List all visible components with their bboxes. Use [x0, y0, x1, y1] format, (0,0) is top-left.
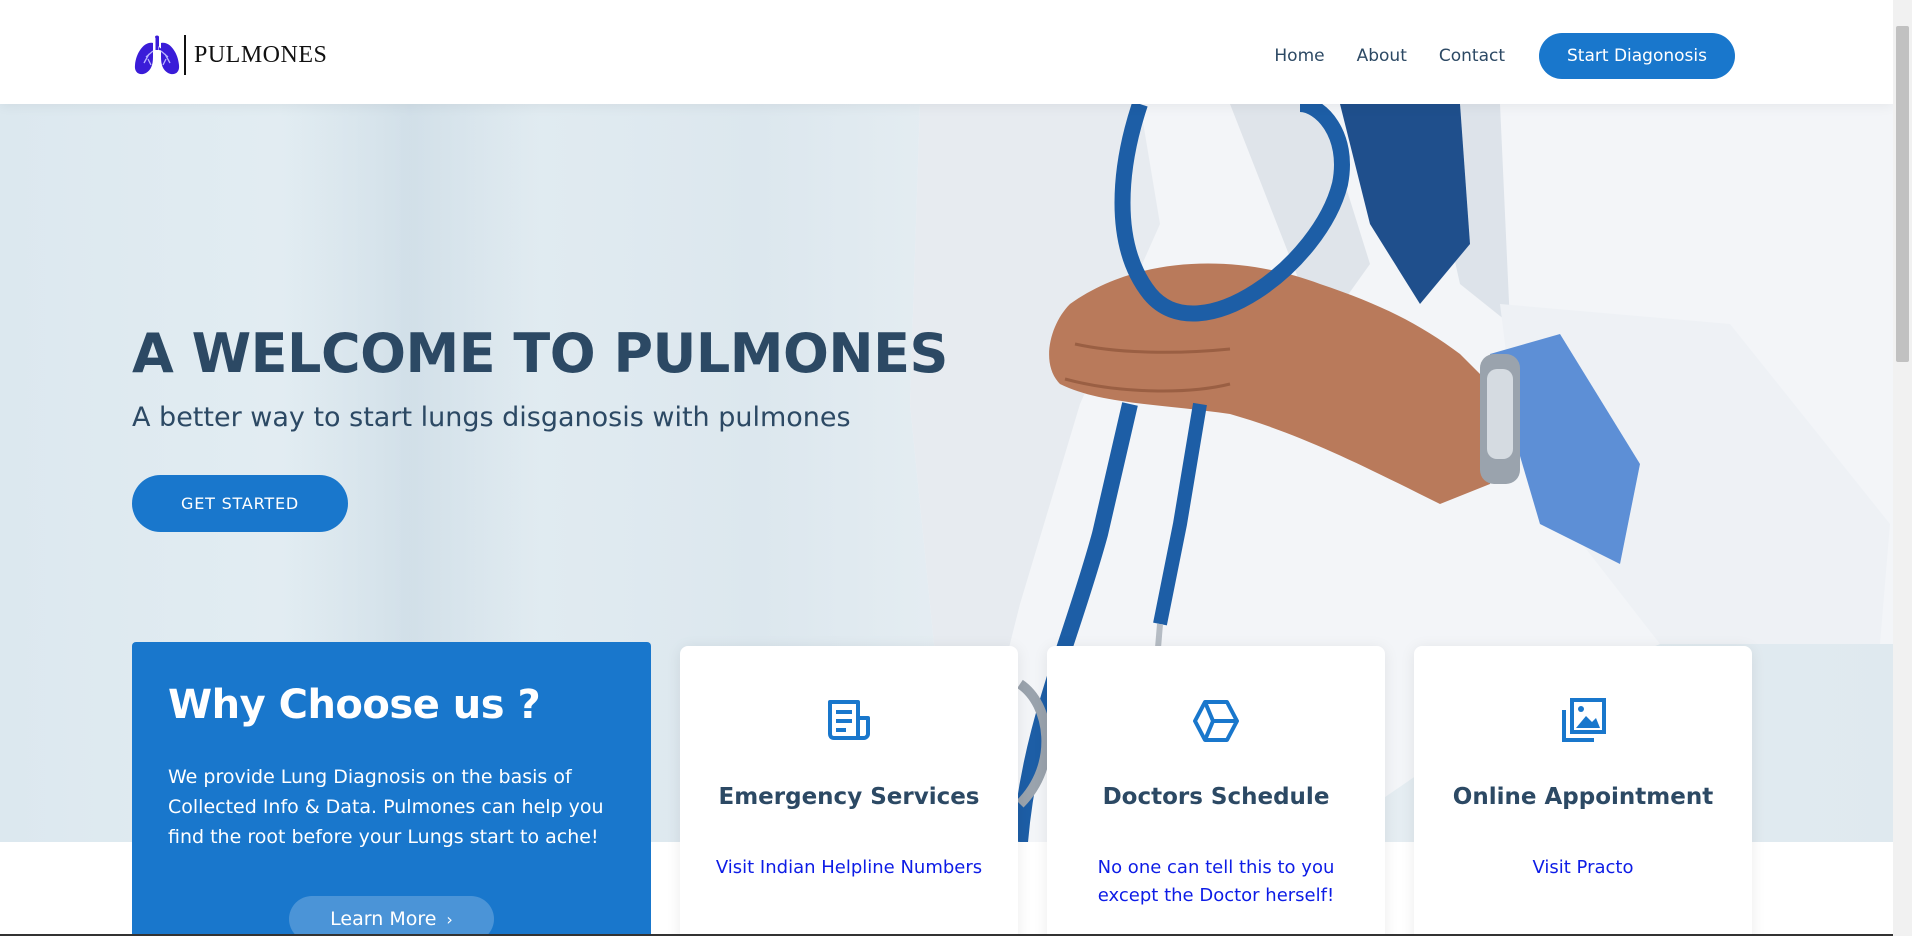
logo-divider [184, 35, 186, 75]
card-title: Doctors Schedule [1102, 784, 1330, 810]
card-online-appointment: Online Appointment Visit Practo [1414, 646, 1752, 936]
cube-icon [1193, 700, 1239, 742]
hero-title: A WELCOME TO PULMONES [132, 322, 948, 385]
lungs-icon [134, 35, 180, 75]
receipt-icon [828, 700, 870, 740]
scrollbar-thumb[interactable] [1896, 26, 1909, 362]
learn-more-button[interactable]: Learn More › [289, 896, 494, 936]
card-link[interactable]: No one can tell this to you except the D… [1077, 854, 1355, 910]
card-emergency-services: Emergency Services Visit Indian Helpline… [680, 646, 1018, 936]
why-choose-us-box: Why Choose us ? We provide Lung Diagnosi… [132, 642, 651, 936]
images-icon [1562, 698, 1606, 742]
why-title: Why Choose us ? [168, 682, 541, 728]
chevron-right-icon: › [446, 910, 453, 929]
nav-contact[interactable]: Contact [1439, 46, 1505, 66]
card-doctors-schedule: Doctors Schedule No one can tell this to… [1047, 646, 1385, 936]
card-link[interactable]: Visit Practo [1444, 854, 1722, 882]
get-started-button[interactable]: GET STARTED [132, 475, 348, 532]
learn-more-label: Learn More [330, 908, 437, 930]
main-nav: Home About Contact Start Diagonosis [1274, 33, 1735, 79]
nav-about[interactable]: About [1357, 46, 1407, 66]
page-scrollbar[interactable] [1893, 0, 1912, 936]
card-title: Online Appointment [1452, 784, 1714, 810]
card-link[interactable]: Visit Indian Helpline Numbers [710, 854, 988, 882]
logo-text: PULMONES [194, 41, 328, 68]
nav-home[interactable]: Home [1274, 46, 1324, 66]
card-title: Emergency Services [718, 784, 980, 810]
site-header: PULMONES Home About Contact Start Diagon… [0, 0, 1893, 104]
hero-subtitle: A better way to start lungs disganosis w… [132, 402, 851, 433]
start-diagnosis-button[interactable]: Start Diagonosis [1539, 33, 1735, 79]
logo-link[interactable]: PULMONES [134, 33, 327, 77]
why-text: We provide Lung Diagnosis on the basis o… [168, 766, 604, 848]
